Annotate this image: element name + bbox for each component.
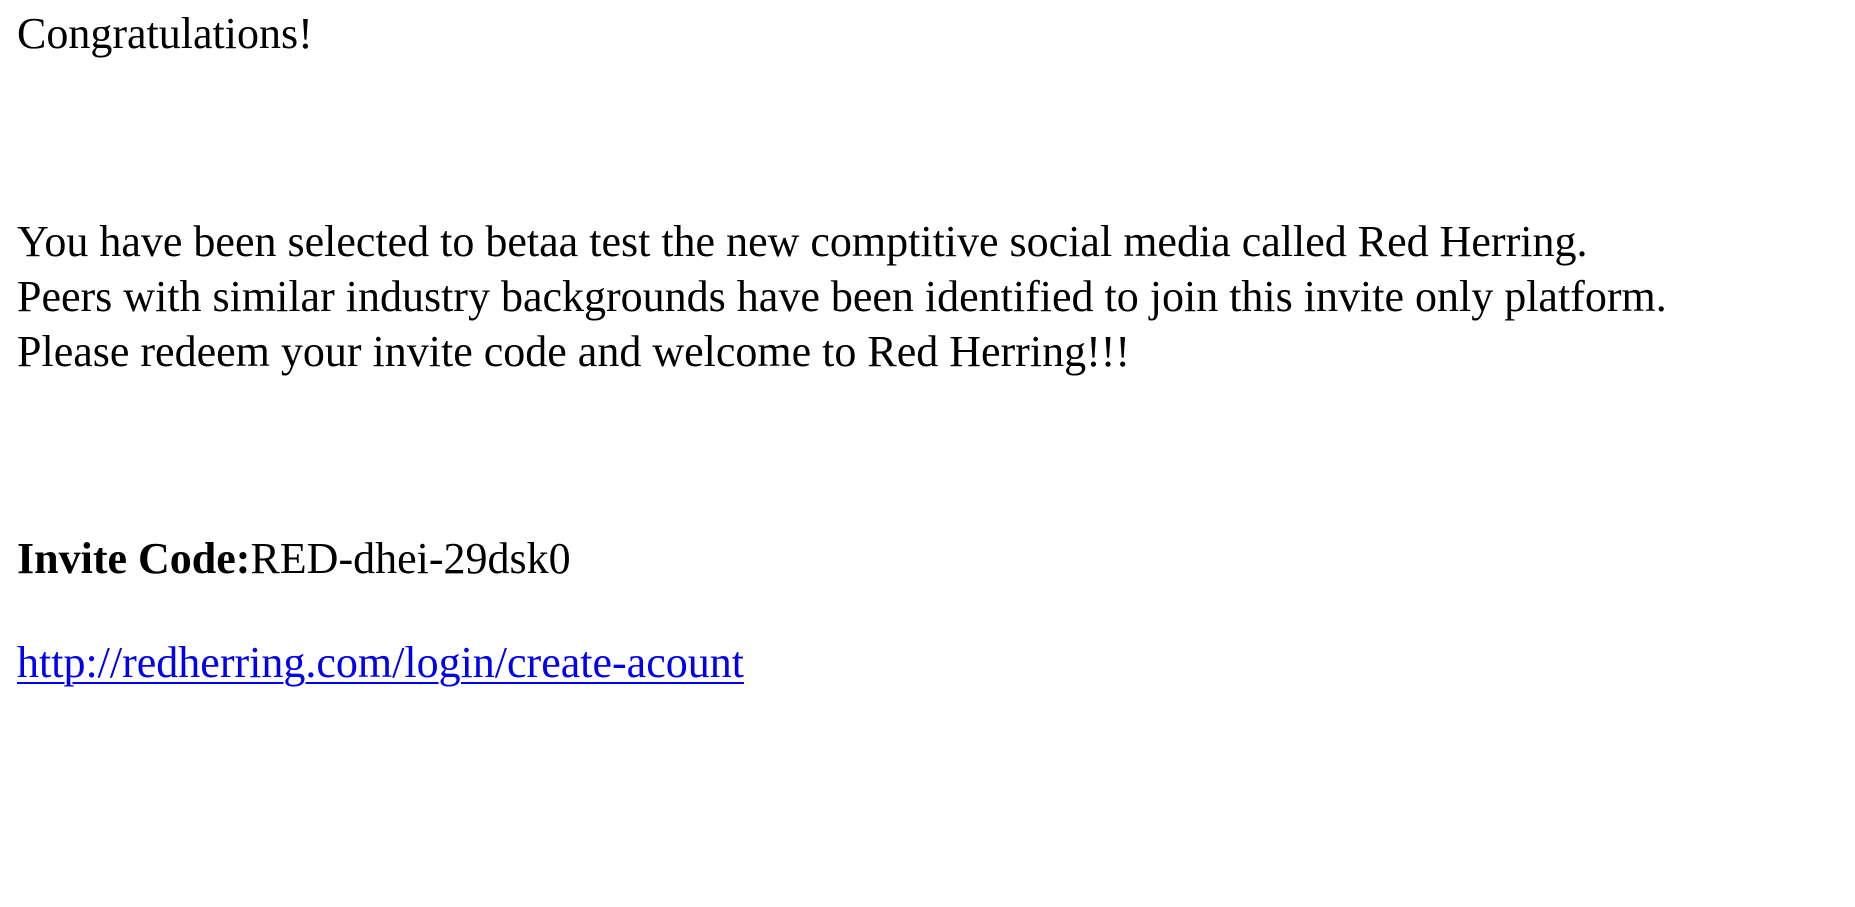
invite-code-label: Invite Code: [17, 534, 251, 583]
create-account-link[interactable]: http://redherring.com/login/create-acoun… [17, 635, 744, 690]
greeting-heading: Congratulations! [17, 9, 313, 58]
invite-code-value: RED-dhei-29dsk0 [250, 534, 571, 583]
message-line-2: Peers with similar industry backgrounds … [17, 272, 1667, 321]
email-page: Congratulations! You have been selected … [0, 0, 1855, 907]
message-body: You have been selected to betaa test the… [17, 214, 1667, 379]
message-line-1: You have been selected to betaa test the… [17, 217, 1588, 266]
message-line-3: Please redeem your invite code and welco… [17, 327, 1131, 376]
invite-code-row: Invite Code:RED-dhei-29dsk0 [17, 531, 571, 586]
